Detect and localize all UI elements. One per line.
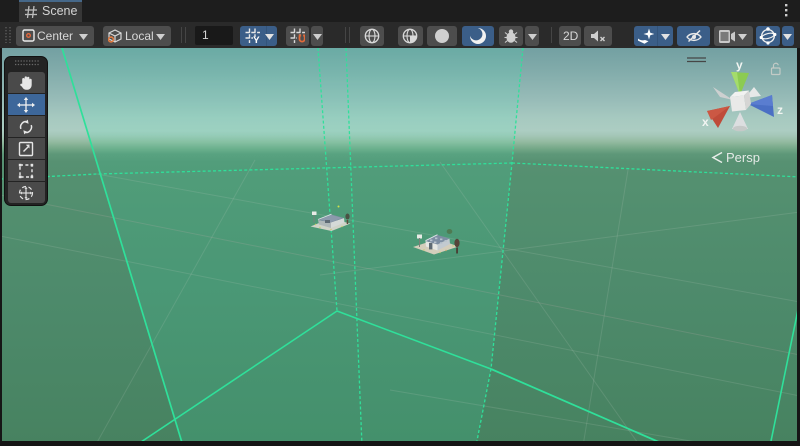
svg-text:y: y — [736, 58, 743, 72]
svg-text:z: z — [777, 103, 783, 117]
svg-text:x: x — [702, 115, 709, 129]
svg-text:Y: Y — [253, 36, 260, 44]
svg-text:Persp: Persp — [726, 150, 760, 165]
